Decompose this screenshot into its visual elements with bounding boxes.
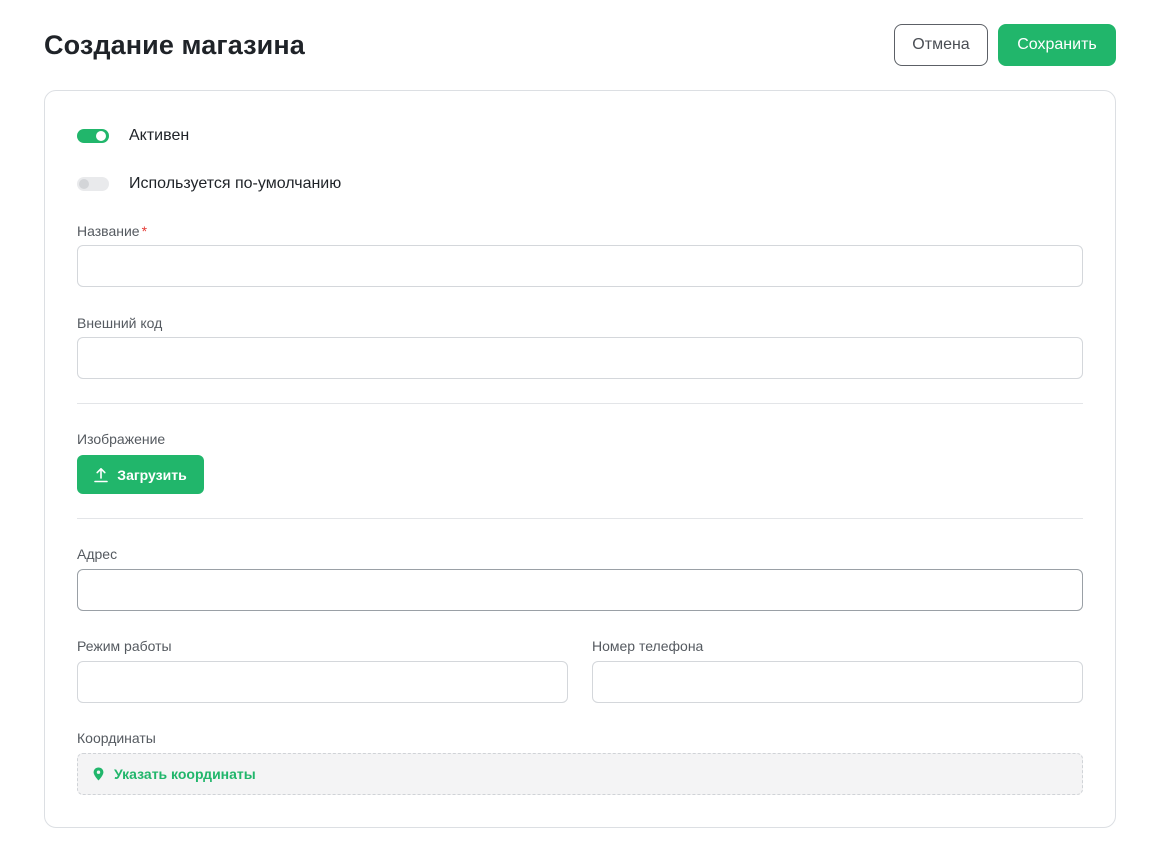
address-label: Адрес [77, 546, 118, 562]
work-hours-input[interactable] [77, 661, 568, 703]
phone-label: Номер телефона [592, 638, 704, 654]
address-input[interactable] [77, 569, 1083, 611]
save-button[interactable]: Сохранить [998, 24, 1116, 66]
coordinates-label: Координаты [77, 730, 156, 746]
set-coordinates-button[interactable]: Указать координаты [77, 753, 1083, 795]
upload-button[interactable]: Загрузить [77, 455, 204, 494]
name-label: Название * [77, 223, 147, 239]
section-divider [77, 403, 1083, 404]
default-toggle-label: Используется по-умолчанию [129, 175, 342, 192]
upload-button-label: Загрузить [117, 466, 187, 483]
image-label: Изображение [77, 431, 166, 447]
page-header: Создание магазина Отмена Сохранить [44, 24, 1116, 66]
name-label-text: Название [77, 223, 140, 239]
required-mark: * [141, 223, 148, 239]
header-actions: Отмена Сохранить [894, 24, 1116, 66]
cancel-button[interactable]: Отмена [894, 24, 988, 66]
active-toggle-label: Активен [129, 127, 190, 144]
work-hours-label: Режим работы [77, 638, 172, 654]
default-toggle-row[interactable]: Используется по-умолчанию [77, 175, 341, 193]
external-code-input[interactable] [77, 337, 1083, 379]
phone-input[interactable] [592, 661, 1083, 703]
toggle-knob [96, 131, 106, 141]
map-pin-icon [93, 767, 104, 781]
active-toggle-row[interactable]: Активен [77, 127, 189, 145]
toggle-knob [79, 179, 89, 189]
store-create-page: Создание магазина Отмена Сохранить Актив… [0, 0, 1160, 852]
active-toggle[interactable] [77, 129, 109, 143]
name-input[interactable] [77, 245, 1083, 287]
store-form-card: Активен Используется по-умолчанию Назван… [44, 90, 1116, 828]
upload-icon [94, 467, 109, 482]
external-code-label: Внешний код [77, 315, 163, 331]
set-coordinates-label: Указать координаты [114, 766, 256, 782]
page-title: Создание магазина [44, 29, 305, 60]
default-toggle[interactable] [77, 177, 109, 191]
section-divider [77, 518, 1083, 519]
